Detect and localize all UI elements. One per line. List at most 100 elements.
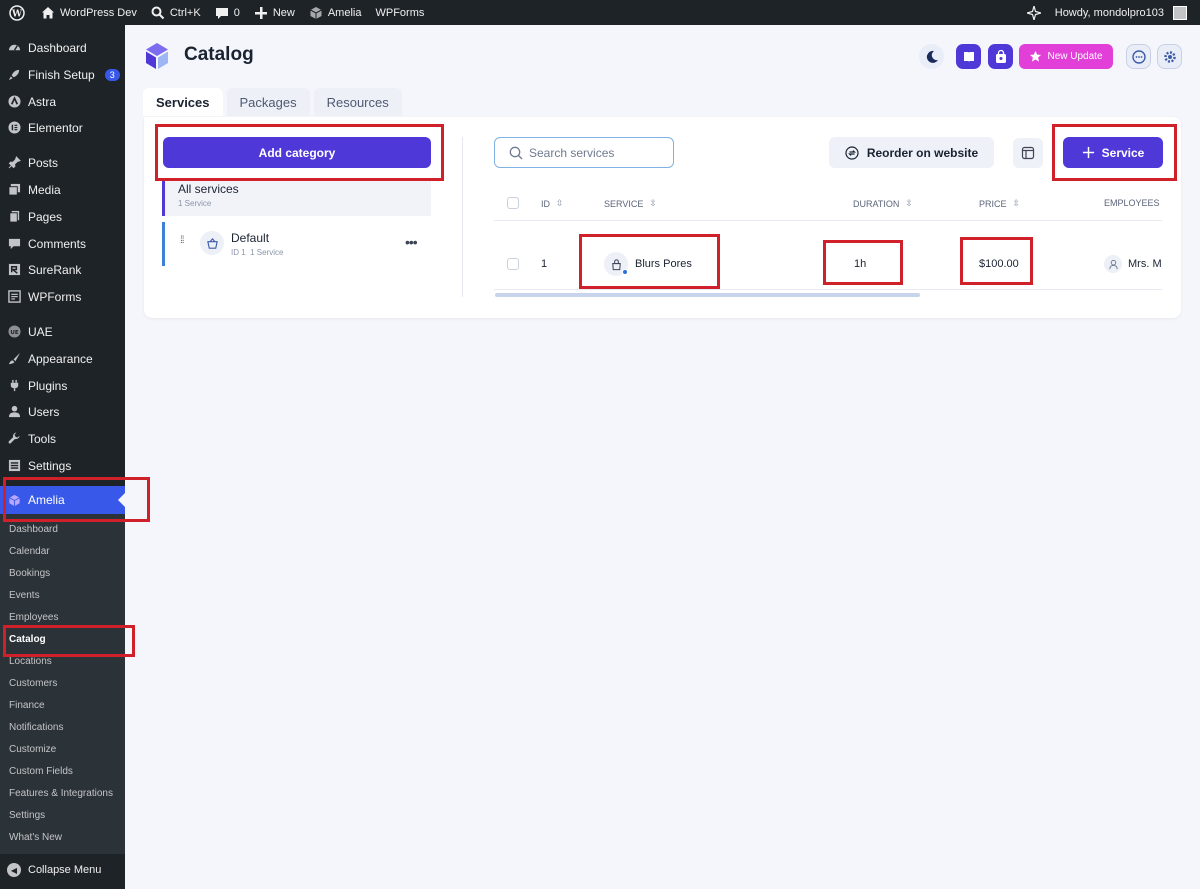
- column-settings-button[interactable]: [1013, 138, 1043, 168]
- amelia-adminbar-link[interactable]: Amelia: [302, 0, 369, 25]
- new-content-link[interactable]: New: [247, 0, 302, 25]
- search-placeholder: Search services: [529, 145, 615, 160]
- support-chat-button[interactable]: [1126, 44, 1151, 69]
- submenu-customers[interactable]: Customers: [9, 675, 57, 693]
- submenu-locations[interactable]: Locations: [9, 653, 52, 671]
- column-header-service[interactable]: SERVICE ⇳: [604, 198, 657, 209]
- table-header-divider: [494, 220, 1162, 221]
- sidebar-item-dashboard[interactable]: Dashboard: [0, 34, 125, 61]
- amelia-submenu: Dashboard Calendar Bookings Events Emplo…: [0, 514, 125, 854]
- add-service-button[interactable]: Service: [1063, 137, 1163, 168]
- tab-services[interactable]: Services: [143, 88, 223, 116]
- sidebar-item-amelia[interactable]: Amelia: [0, 486, 125, 514]
- submenu-notifications[interactable]: Notifications: [9, 719, 63, 737]
- search-services-input[interactable]: Search services: [494, 137, 674, 168]
- pages-icon: [7, 210, 21, 224]
- column-header-price[interactable]: PRICE ⇳: [979, 198, 1020, 209]
- category-all-count: 1 Service: [178, 199, 212, 208]
- sidebar-item-elementor[interactable]: Elementor: [0, 114, 125, 141]
- search-shortcut-button[interactable]: Ctrl+K: [144, 0, 208, 25]
- submenu-settings[interactable]: Settings: [9, 807, 45, 825]
- reorder-on-website-button[interactable]: Reorder on website: [829, 137, 994, 168]
- wordpress-logo-icon[interactable]: W: [0, 0, 34, 25]
- sidebar-item-wpforms[interactable]: WPForms: [0, 283, 125, 310]
- sidebar-item-uae[interactable]: UE UAE: [0, 318, 125, 345]
- cell-price: $100.00: [979, 258, 1019, 270]
- sort-icon: ⇳: [649, 198, 657, 208]
- amelia-icon: [7, 493, 21, 507]
- drag-handle-icon[interactable]: ⁞⁞: [180, 236, 184, 246]
- settings-button[interactable]: [1157, 44, 1182, 69]
- category-id: ID 1: [231, 248, 246, 257]
- sidebar-item-astra[interactable]: Astra: [0, 88, 125, 115]
- user-account-menu[interactable]: Howdy, mondolpro103: [1048, 0, 1200, 25]
- submenu-calendar[interactable]: Calendar: [9, 543, 50, 561]
- svg-text:UE: UE: [10, 330, 19, 336]
- submenu-catalog[interactable]: Catalog: [9, 631, 46, 649]
- page-title: Catalog: [184, 44, 254, 65]
- row-checkbox[interactable]: [507, 258, 519, 270]
- documentation-button[interactable]: [956, 44, 981, 69]
- submenu-events[interactable]: Events: [9, 587, 40, 605]
- site-name-link[interactable]: WordPress Dev: [34, 0, 144, 25]
- panel-divider: [462, 137, 463, 297]
- cell-employee: Mrs. M: [1128, 258, 1162, 270]
- sidebar-item-finish-setup[interactable]: Finish Setup 3: [0, 61, 125, 88]
- submenu-custom-fields[interactable]: Custom Fields: [9, 763, 73, 781]
- avatar: [1173, 5, 1187, 20]
- uae-icon: UE: [7, 325, 21, 339]
- astra-icon: [7, 95, 21, 109]
- add-service-label: Service: [1101, 145, 1145, 160]
- submenu-dashboard[interactable]: Dashboard: [9, 521, 58, 539]
- sidebar-item-surerank[interactable]: SureRank: [0, 256, 125, 283]
- column-header-employees[interactable]: EMPLOYEES: [1104, 198, 1160, 208]
- sort-icon: ⇳: [905, 198, 913, 208]
- column-header-id[interactable]: ID ⇳: [541, 198, 564, 209]
- submenu-bookings[interactable]: Bookings: [9, 565, 50, 583]
- sidebar-item-tools[interactable]: Tools: [0, 425, 125, 452]
- add-category-button[interactable]: Add category: [163, 137, 431, 168]
- sidebar-item-media[interactable]: Media: [0, 176, 125, 203]
- search-shortcut-label: Ctrl+K: [169, 6, 201, 19]
- admin-sidebar: Dashboard Finish Setup 3 Astra Elementor…: [0, 25, 125, 889]
- select-all-checkbox[interactable]: [507, 197, 519, 209]
- dashboard-icon: [7, 41, 21, 55]
- service-status-dot: [622, 269, 628, 275]
- submenu-whats-new[interactable]: What's New: [9, 829, 62, 847]
- submenu-employees[interactable]: Employees: [9, 609, 58, 627]
- sidebar-item-appearance[interactable]: Appearance: [0, 345, 125, 372]
- cell-id: 1: [541, 258, 548, 270]
- new-update-button[interactable]: New Update: [1019, 44, 1113, 69]
- sidebar-item-settings[interactable]: Settings: [0, 452, 125, 479]
- tab-packages[interactable]: Packages: [226, 88, 310, 116]
- submenu-customize[interactable]: Customize: [9, 741, 56, 759]
- tab-resources[interactable]: Resources: [313, 88, 402, 116]
- ai-sparkle-button[interactable]: [1020, 0, 1048, 25]
- submenu-features-integrations[interactable]: Features & Integrations: [9, 785, 113, 803]
- sort-icon: ⇳: [556, 198, 564, 208]
- collapse-menu-button[interactable]: ◀ Collapse Menu: [0, 855, 125, 885]
- sidebar-item-comments[interactable]: Comments: [0, 230, 125, 257]
- sidebar-item-users[interactable]: Users: [0, 398, 125, 425]
- comments-link[interactable]: 0: [208, 0, 247, 25]
- search-icon: [151, 6, 165, 19]
- wpforms-adminbar-link[interactable]: WPForms: [368, 0, 431, 25]
- sidebar-item-pages[interactable]: Pages: [0, 203, 125, 230]
- store-button[interactable]: [988, 44, 1013, 69]
- table-row-divider: [494, 289, 1162, 290]
- submenu-finance[interactable]: Finance: [9, 697, 45, 715]
- admin-bar: W WordPress Dev Ctrl+K 0 New Amelia WPFo…: [0, 0, 1200, 25]
- cell-service-name[interactable]: Blurs Pores: [635, 258, 692, 270]
- more-options-icon[interactable]: •••: [405, 234, 418, 250]
- wrench-icon: [7, 432, 21, 446]
- horizontal-scrollbar[interactable]: [495, 293, 920, 297]
- site-name: WordPress Dev: [60, 6, 137, 19]
- category-item-default[interactable]: ⁞⁞ Default ID 1 1 Service •••: [162, 222, 431, 266]
- svg-text:W: W: [11, 9, 23, 19]
- category-all-services[interactable]: All services 1 Service: [162, 179, 431, 216]
- column-header-duration[interactable]: DURATION ⇳: [853, 198, 913, 209]
- sidebar-item-posts[interactable]: Posts: [0, 149, 125, 176]
- plugin-icon: [7, 379, 21, 393]
- dark-mode-toggle[interactable]: [919, 44, 944, 69]
- sidebar-item-plugins[interactable]: Plugins: [0, 372, 125, 399]
